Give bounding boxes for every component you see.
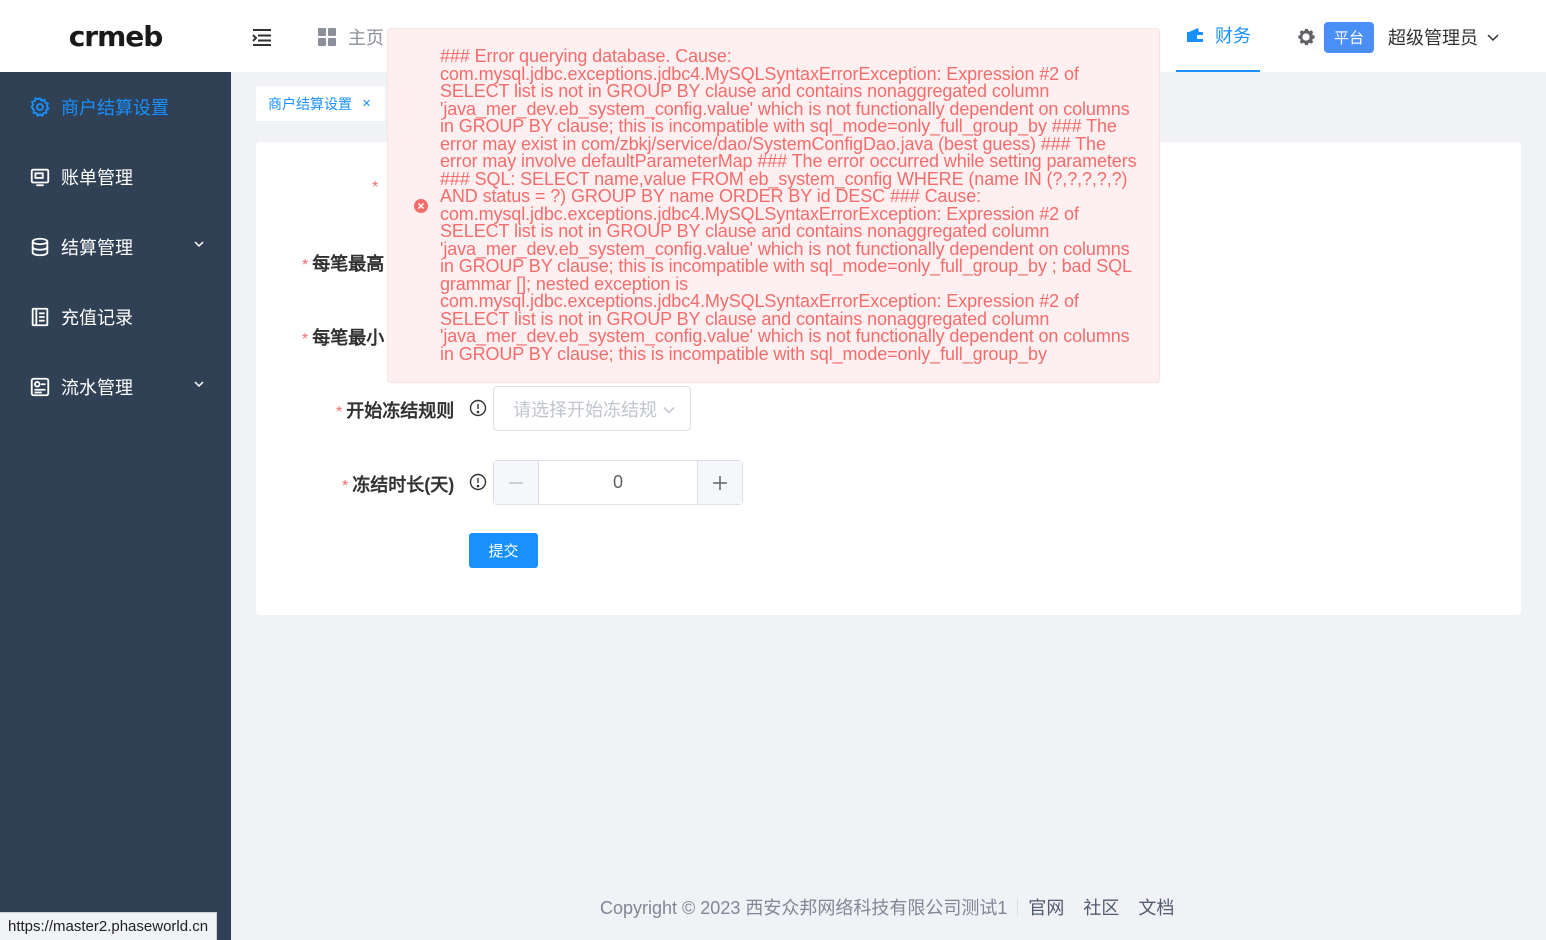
info-icon[interactable]	[469, 473, 487, 491]
copyright: Copyright © 2023 西安众邦网络科技有限公司测试1	[600, 898, 1008, 918]
settings-gear-icon[interactable]	[1295, 26, 1317, 48]
sidebar-item-recharge[interactable]: 充值记录	[0, 282, 231, 352]
platform-badge: 平台	[1324, 22, 1374, 53]
error-message-toast: ### Error querying database. Cause: com.…	[387, 28, 1160, 383]
increment-button[interactable]	[697, 461, 742, 504]
database-icon	[29, 236, 51, 258]
tag-settlement-settings[interactable]: 商户结算设置 ✕	[256, 86, 385, 121]
decrement-button[interactable]	[494, 461, 539, 504]
sidebar-item-label: 账单管理	[61, 168, 133, 188]
gear-icon	[29, 96, 51, 118]
tab-finance[interactable]: 财务	[1176, 0, 1260, 72]
close-icon[interactable]: ✕	[362, 97, 371, 110]
logo: crmeb	[68, 19, 164, 53]
form-label-freeze-days: * 冻结时长(天)	[342, 475, 455, 495]
sidebar: crmeb 商户结算设置 账单管理 结算管理 充值记录 流水管理	[0, 0, 231, 940]
freeze-days-stepper: 0	[493, 460, 743, 505]
footer-link-community[interactable]: 社区	[1083, 894, 1119, 920]
footer: Copyright © 2023 西安众邦网络科技有限公司测试1 官网 社区 文…	[600, 894, 1193, 920]
form-label-min: * 每笔最小	[302, 328, 385, 348]
sidebar-menu: 商户结算设置 账单管理 结算管理 充值记录 流水管理	[0, 72, 231, 422]
info-icon[interactable]	[469, 399, 487, 417]
form-label-freeze-rule: * 开始冻结规则	[336, 401, 455, 421]
sidebar-item-settlement-settings[interactable]: 商户结算设置	[0, 72, 231, 142]
footer-divider	[1017, 898, 1019, 916]
tab-finance-label: 财务	[1215, 26, 1251, 46]
status-bar-url: https://master2.phaseworld.cn	[0, 912, 218, 940]
chevron-down-icon	[663, 406, 675, 414]
wallet-icon	[1187, 28, 1203, 42]
admin-name: 超级管理员	[1388, 28, 1478, 48]
sidebar-item-label: 结算管理	[61, 238, 133, 258]
footer-link-docs[interactable]: 文档	[1138, 894, 1174, 920]
plus-icon	[713, 475, 727, 490]
grid-icon	[318, 28, 336, 46]
sidebar-item-label: 商户结算设置	[61, 98, 169, 118]
form-label-max: * 每笔最高	[302, 254, 385, 274]
tab-home-label: 主页	[348, 28, 384, 48]
document-icon	[29, 306, 51, 328]
bill-icon	[29, 166, 51, 188]
sidebar-item-label: 流水管理	[61, 378, 133, 398]
submit-button[interactable]: 提交	[469, 533, 538, 568]
chevron-down-icon	[1487, 34, 1499, 42]
tag-label: 商户结算设置	[268, 95, 352, 112]
freeze-rule-select[interactable]: 请选择开始冻结规	[493, 386, 691, 431]
sidebar-item-settlement[interactable]: 结算管理	[0, 212, 231, 282]
sidebar-item-bills[interactable]: 账单管理	[0, 142, 231, 212]
footer-link-website[interactable]: 官网	[1028, 894, 1064, 920]
freeze-days-input[interactable]: 0	[539, 461, 697, 504]
error-message-text: ### Error querying database. Cause: com.…	[440, 46, 1137, 364]
form-label-partial: *	[372, 179, 379, 196]
minus-icon	[509, 481, 523, 484]
user-menu[interactable]: 超级管理员	[1388, 24, 1500, 50]
ledger-icon	[29, 376, 51, 398]
logo-area[interactable]: crmeb	[0, 0, 231, 72]
freeze-rule-placeholder: 请选择开始冻结规	[513, 399, 657, 420]
tab-home[interactable]: 主页	[318, 24, 384, 50]
sidebar-item-ledger[interactable]: 流水管理	[0, 352, 231, 422]
chevron-down-icon	[194, 241, 204, 248]
menu-fold-icon[interactable]	[251, 26, 273, 48]
sidebar-item-label: 充值记录	[61, 308, 133, 328]
error-icon	[414, 199, 428, 213]
chevron-down-icon	[194, 381, 204, 388]
